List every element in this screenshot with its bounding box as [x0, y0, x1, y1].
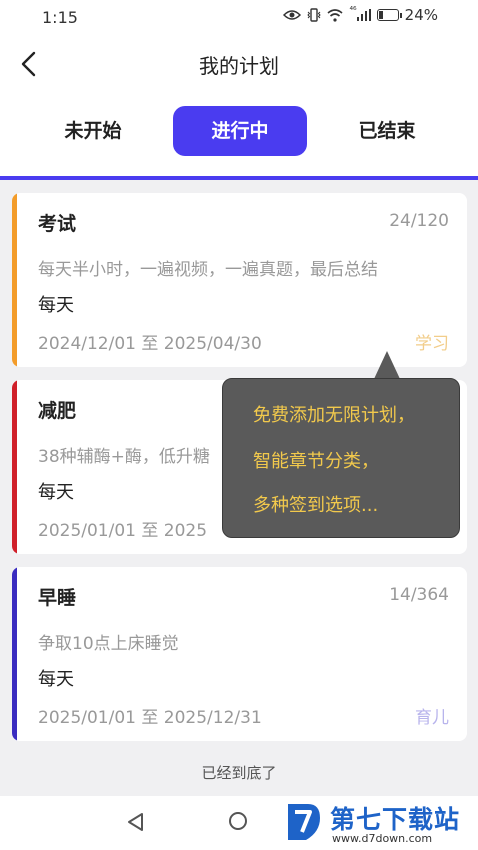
watermark-logo-icon: [288, 804, 320, 840]
plan-dates: 2025/01/01 至 2025/12/31: [38, 708, 262, 728]
battery-percent: 24%: [404, 6, 438, 24]
plan-description: 每天半小时，一遍视频，一遍真题，最后总结: [38, 260, 378, 280]
feature-tooltip: 免费添加无限计划， 智能章节分类， 多种签到选项...: [222, 378, 460, 538]
plan-progress: 14/364: [389, 585, 449, 605]
plan-frequency: 每天: [38, 295, 74, 316]
vibrate-icon: [307, 8, 322, 22]
page-title: 我的计划: [199, 54, 279, 78]
plan-title: 早睡: [38, 587, 77, 609]
tooltip-line: 智能章节分类，: [253, 451, 379, 472]
battery-icon: [376, 9, 402, 21]
watermark: 第七下载站 www.d7down.com: [286, 800, 476, 848]
tab-ended[interactable]: 已结束: [327, 106, 447, 156]
tooltip-arrow: [374, 351, 400, 379]
back-triangle-icon[interactable]: [126, 812, 146, 832]
plan-dates: 2025/01/01 至 2025: [38, 521, 208, 541]
battery-fill: [378, 11, 384, 19]
tab-not-started[interactable]: 未开始: [33, 106, 153, 156]
status-icons: ⁴⁶ 24%: [283, 6, 438, 24]
header: 我的计划: [0, 36, 478, 92]
tooltip-line: 免费添加无限计划，: [253, 405, 415, 426]
status-bar: 1:15 ⁴⁶ 24%: [0, 0, 478, 36]
plan-color-bar: [12, 380, 17, 554]
plan-frequency: 每天: [38, 482, 74, 503]
watermark-url: www.d7down.com: [332, 832, 433, 845]
end-of-list-text: 已经到底了: [201, 764, 277, 782]
tooltip-line: 多种签到选项...: [253, 495, 379, 516]
tab-in-progress[interactable]: 进行中: [173, 106, 307, 156]
network-type-label: ⁴⁶: [349, 6, 357, 16]
plan-category: 育儿: [415, 708, 449, 728]
plan-frequency: 每天: [38, 669, 74, 690]
plan-card[interactable]: 考试 24/120 每天半小时，一遍视频，一遍真题，最后总结 每天 2024/1…: [12, 193, 467, 367]
status-time: 1:15: [42, 8, 78, 27]
plan-color-bar: [12, 193, 17, 367]
plan-card[interactable]: 早睡 14/364 争取10点上床睡觉 每天 2025/01/01 至 2025…: [12, 567, 467, 741]
plan-progress: 24/120: [389, 211, 449, 231]
plan-description: 38种辅酶+酶，低升糖: [38, 447, 210, 467]
wifi-icon: [327, 8, 343, 22]
plan-color-bar: [12, 567, 17, 741]
home-circle-icon[interactable]: [229, 812, 247, 830]
plan-description: 争取10点上床睡觉: [38, 634, 179, 654]
plan-dates: 2024/12/01 至 2025/04/30: [38, 334, 262, 354]
plan-title: 考试: [38, 213, 77, 235]
signal-icon: [356, 9, 371, 21]
plan-category: 学习: [415, 334, 449, 354]
watermark-text: 第七下载站: [330, 805, 461, 834]
eye-icon: [283, 10, 302, 20]
tab-bar: 未开始 进行中 已结束: [0, 100, 478, 162]
plan-title: 减肥: [38, 400, 77, 422]
